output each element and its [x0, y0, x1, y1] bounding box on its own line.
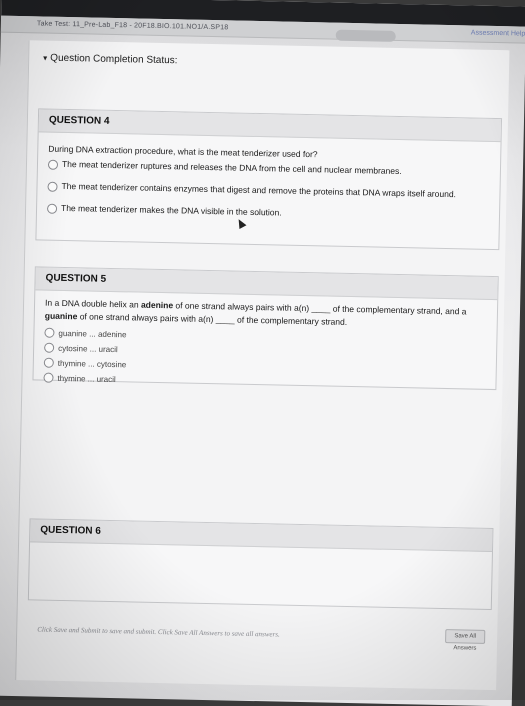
triangle-down-icon[interactable]: ▾	[43, 54, 47, 63]
test-content: ▾ Question Completion Status: QUESTION 4 …	[15, 40, 510, 691]
save-all-answers-button[interactable]: Save All Answers	[445, 629, 486, 652]
radio-button[interactable]	[43, 372, 54, 383]
option-label: guanine ... adenine	[58, 328, 127, 339]
screen: Take Test: 11_Pre-Lab_F18 - 20F18.BIO.10…	[0, 0, 525, 706]
status-label: Question Completion Status:	[50, 52, 178, 67]
answer-option[interactable]: The meat tenderizer makes the DNA visibl…	[46, 202, 489, 224]
option-label: The meat tenderizer contains enzymes tha…	[61, 180, 457, 200]
option-label: cytosine ... uracil	[58, 343, 118, 354]
answer-option[interactable]: The meat tenderizer contains enzymes tha…	[47, 180, 489, 202]
question-completion-status[interactable]: ▾ Question Completion Status:	[43, 52, 178, 67]
question-4: QUESTION 4 During DNA extraction procedu…	[35, 108, 503, 251]
question-5: QUESTION 5 In a DNA double helix an aden…	[32, 266, 499, 391]
radio-button[interactable]	[44, 342, 55, 353]
option-label: thymine ... cytosine	[57, 358, 127, 369]
radio-button[interactable]	[47, 159, 59, 170]
assessment-help-link[interactable]: Assessment Help	[471, 29, 525, 37]
radio-button[interactable]	[43, 357, 54, 368]
text-bold: adenine	[140, 299, 174, 311]
radio-button[interactable]	[47, 181, 58, 192]
tab-pill	[335, 29, 396, 42]
question-6: QUESTION 6	[27, 518, 494, 611]
radio-button[interactable]	[46, 203, 58, 214]
text-bold: guanine	[44, 310, 78, 322]
question-title: QUESTION 6	[30, 519, 493, 553]
radio-button[interactable]	[44, 327, 55, 338]
text-part: In a DNA double helix an	[44, 297, 142, 310]
footer-note: Click Save and Submit to save and submit…	[37, 625, 280, 639]
option-label: The meat tenderizer makes the DNA visibl…	[60, 202, 282, 218]
text-part: of one strand always pairs with a(n) ___…	[77, 311, 348, 327]
option-label: thymine ... uracil	[57, 373, 116, 384]
